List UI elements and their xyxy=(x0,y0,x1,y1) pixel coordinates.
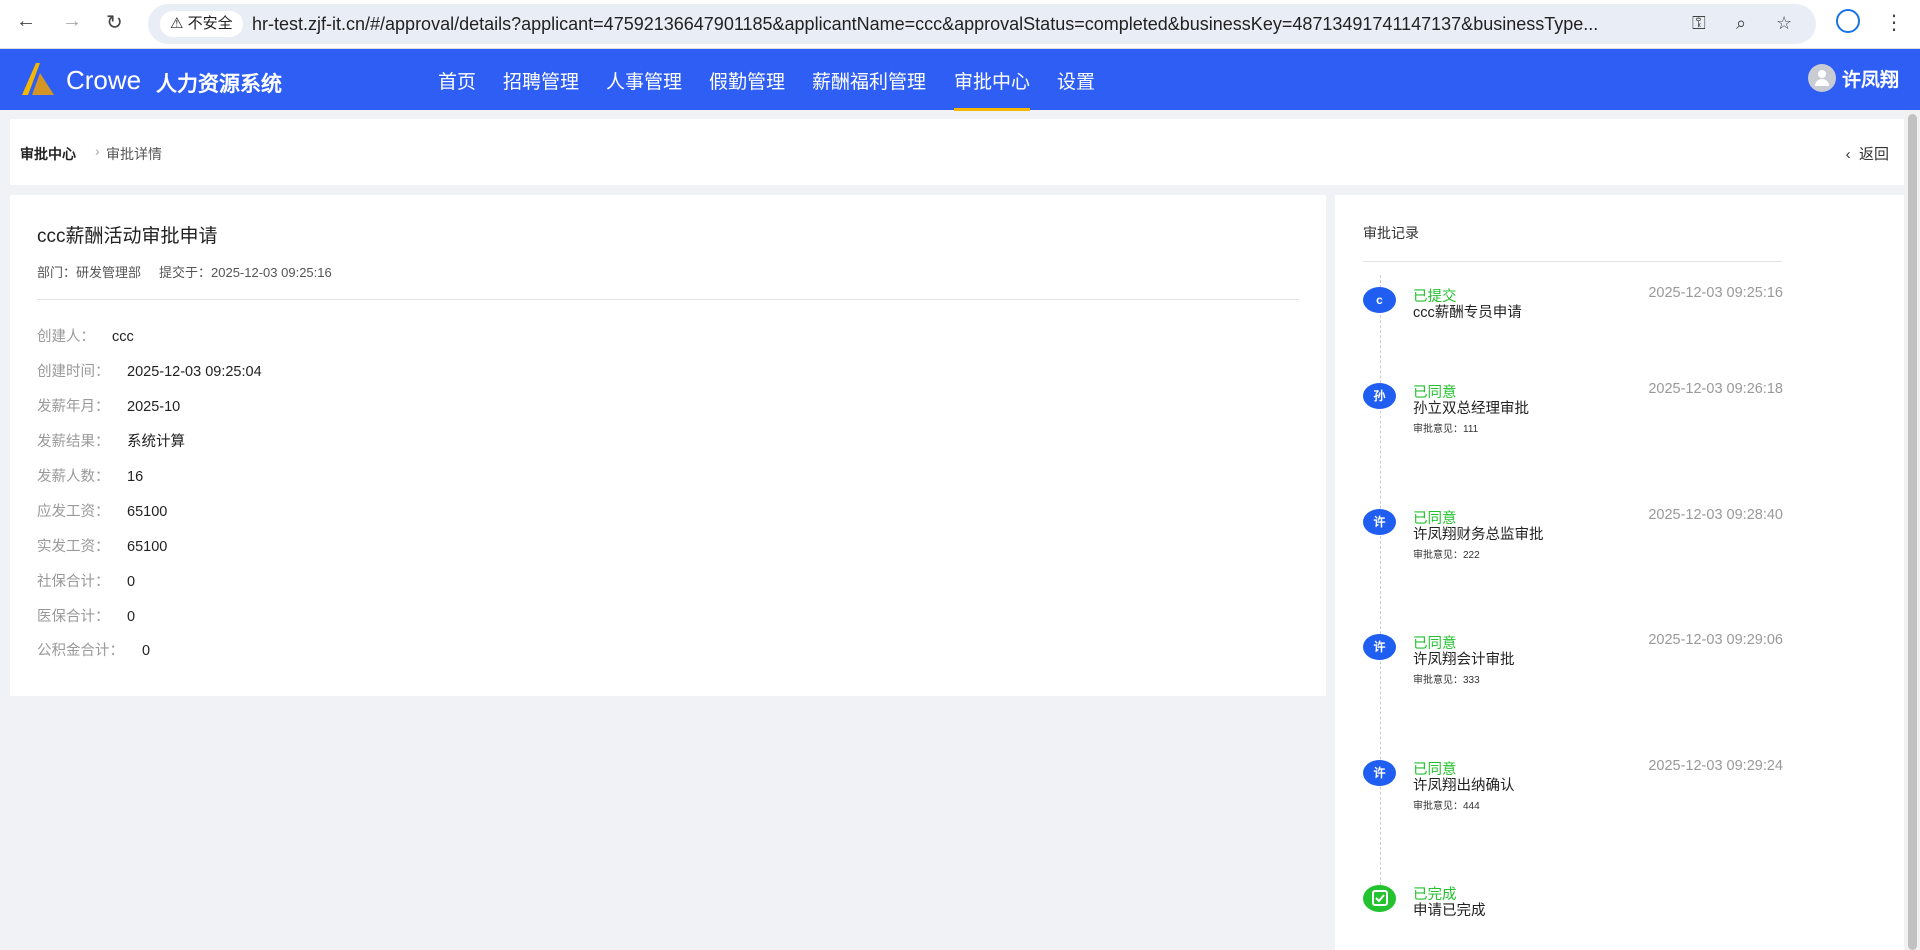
back-icon[interactable]: ← xyxy=(16,10,36,33)
user-name: 许凤翔 xyxy=(1842,69,1900,91)
security-badge[interactable]: ⚠ 不安全 xyxy=(160,11,243,37)
field-value: 0 xyxy=(127,574,136,590)
approval-opinion: 审批意见：444 xyxy=(1413,801,1480,812)
field-value: 系统计算 xyxy=(127,434,185,450)
field-value: 0 xyxy=(127,609,136,625)
field-row: 实发工资： 65100 xyxy=(37,535,167,556)
security-label: 不安全 xyxy=(187,15,233,32)
timestamp: 2025-12-03 09:29:06 xyxy=(1648,632,1783,648)
avatar: 孙 xyxy=(1363,383,1396,409)
step-description: 许凤翔会计审批 xyxy=(1413,652,1515,668)
avatar: 许 xyxy=(1363,760,1396,786)
system-name: 人力资源系统 xyxy=(156,73,282,96)
field-row: 医保合计： 0 xyxy=(37,605,135,626)
step-description: ccc薪酬专员申请 xyxy=(1413,305,1522,321)
step-description: 许凤翔出纳确认 xyxy=(1413,778,1515,794)
page-title: ccc薪酬活动审批申请 xyxy=(37,226,218,247)
field-value: ccc xyxy=(112,329,134,345)
address-bar[interactable]: ⚠ 不安全 hr-test.zjf-it.cn/#/approval/detai… xyxy=(148,4,1816,44)
avatar: c xyxy=(1363,287,1396,313)
page-scrollbar[interactable] xyxy=(1905,110,1920,950)
timestamp: 2025-12-03 09:26:18 xyxy=(1648,381,1783,397)
field-label: 创建人： xyxy=(37,329,95,345)
nav-settings[interactable]: 设置 xyxy=(1057,67,1095,94)
department: 部门：研发管理部 xyxy=(37,265,142,280)
star-icon[interactable]: ☆ xyxy=(1776,13,1792,34)
submitted-time: 提交于：2025-12-03 09:25:16 xyxy=(159,265,332,280)
back-button[interactable]: ‹ 返回 xyxy=(1846,143,1889,164)
field-value: 2025-12-03 09:25:04 xyxy=(127,364,262,380)
timestamp: 2025-12-03 09:29:24 xyxy=(1648,758,1783,774)
breadcrumb: 审批中心 › 审批详情 ‹ 返回 xyxy=(10,119,1904,185)
field-value: 65100 xyxy=(127,504,168,520)
breadcrumb-current: 审批详情 xyxy=(106,146,162,162)
field-value: 2025-10 xyxy=(127,399,181,415)
user-menu[interactable]: 许凤翔 xyxy=(1808,64,1899,92)
nav-home[interactable]: 首页 xyxy=(438,67,476,94)
detail-meta: 部门：研发管理部 提交于：2025-12-03 09:25:16 xyxy=(37,262,332,281)
key-icon[interactable]: ⚿ xyxy=(1692,13,1706,34)
divider xyxy=(1363,261,1782,262)
chevron-left-icon: ‹ xyxy=(1845,146,1859,163)
nav-personnel[interactable]: 人事管理 xyxy=(606,67,682,94)
step-description: 孙立双总经理审批 xyxy=(1413,401,1529,417)
field-label: 发薪人数： xyxy=(37,469,110,485)
field-row: 创建人： ccc xyxy=(37,325,134,346)
browser-toolbar: ← → ↻ ⚠ 不安全 hr-test.zjf-it.cn/#/approval… xyxy=(0,0,1920,49)
top-navigation: Crowe 人力资源系统 首页 招聘管理 人事管理 假勤管理 薪酬福利管理 审批… xyxy=(0,49,1920,111)
avatar xyxy=(1808,64,1836,92)
nav-attendance[interactable]: 假勤管理 xyxy=(709,67,785,94)
field-label: 发薪结果： xyxy=(37,434,110,450)
breadcrumb-parent[interactable]: 审批中心 xyxy=(20,144,76,164)
field-row: 发薪年月： 2025-10 xyxy=(37,395,180,416)
crowe-logo-icon xyxy=(22,63,54,95)
timeline-line xyxy=(1380,275,1381,895)
reload-icon[interactable]: ↻ xyxy=(106,10,123,35)
forward-icon[interactable]: → xyxy=(62,10,82,33)
nav-recruitment[interactable]: 招聘管理 xyxy=(503,67,579,94)
field-label: 实发工资： xyxy=(37,539,110,555)
approval-detail-panel: ccc薪酬活动审批申请 部门：研发管理部 提交于：2025-12-03 09:25… xyxy=(10,195,1326,696)
timestamp: 2025-12-03 09:25:16 xyxy=(1648,285,1783,301)
field-label: 应发工资： xyxy=(37,504,110,520)
approval-records-panel: 审批记录 c 已提交 2025-12-03 09:25:16 ccc薪酬专员申请… xyxy=(1335,195,1904,950)
chevron-right-icon: › xyxy=(95,143,100,159)
field-label: 医保合计： xyxy=(37,609,110,625)
back-label: 返回 xyxy=(1858,146,1889,163)
field-label: 公积金合计： xyxy=(37,643,124,659)
completed-check-icon xyxy=(1363,885,1396,912)
field-row: 创建时间： 2025-12-03 09:25:04 xyxy=(37,360,262,381)
field-row: 发薪结果： 系统计算 xyxy=(37,430,185,451)
approval-opinion: 审批意见：222 xyxy=(1413,550,1480,561)
field-label: 社保合计： xyxy=(37,574,110,590)
records-title: 审批记录 xyxy=(1363,225,1419,241)
nav-payroll[interactable]: 薪酬福利管理 xyxy=(812,67,926,94)
field-row: 公积金合计： 0 xyxy=(37,639,150,660)
field-value: 65100 xyxy=(127,539,168,555)
timestamp: 2025-12-03 09:28:40 xyxy=(1648,507,1783,523)
step-description: 许凤翔财务总监审批 xyxy=(1413,527,1544,543)
scrollbar-thumb[interactable] xyxy=(1908,114,1917,950)
divider xyxy=(37,299,1299,300)
avatar: 许 xyxy=(1363,634,1396,660)
field-label: 发薪年月： xyxy=(37,399,110,415)
field-label: 创建时间： xyxy=(37,364,110,380)
approval-opinion: 审批意见：111 xyxy=(1413,424,1479,435)
zoom-icon[interactable]: ⌕ xyxy=(1736,13,1746,34)
profile-icon[interactable] xyxy=(1836,9,1860,33)
approval-opinion: 审批意见：333 xyxy=(1413,675,1480,686)
url-text[interactable]: hr-test.zjf-it.cn/#/approval/details?app… xyxy=(252,14,1652,35)
field-row: 社保合计： 0 xyxy=(37,570,135,591)
menu-icon[interactable]: ⋮ xyxy=(1884,10,1904,35)
field-value: 16 xyxy=(127,469,144,485)
step-description: 申请已完成 xyxy=(1413,903,1486,919)
brand-name: Crowe xyxy=(66,65,142,95)
avatar: 许 xyxy=(1363,509,1396,535)
nav-approval-center[interactable]: 审批中心 xyxy=(954,67,1031,111)
field-row: 应发工资： 65100 xyxy=(37,500,167,521)
field-row: 发薪人数： 16 xyxy=(37,465,143,486)
field-value: 0 xyxy=(142,643,151,659)
